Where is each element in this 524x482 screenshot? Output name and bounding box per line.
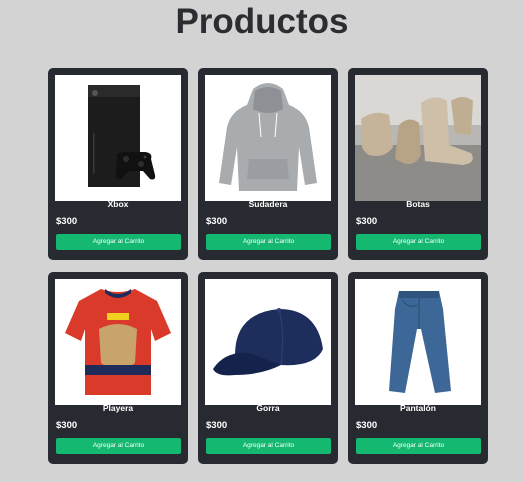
boots-image (355, 75, 481, 201)
product-price: $300 (206, 216, 228, 227)
add-to-cart-button[interactable]: Agregar al Carrito (56, 438, 181, 454)
jersey-image (55, 279, 181, 405)
product-price: $300 (356, 420, 378, 431)
product-name: Sudadera (248, 199, 288, 209)
product-name: Pantalón (400, 403, 436, 413)
product-grid: Xbox $300 Agregar al Carrito Sudadera $3… (48, 68, 490, 468)
product-price: $300 (356, 216, 378, 227)
add-to-cart-button[interactable]: Agregar al Carrito (206, 438, 331, 454)
product-name: Botas (406, 199, 430, 209)
product-card-pantalon: Pantalón $300 Agregar al Carrito (348, 272, 488, 464)
add-to-cart-button[interactable]: Agregar al Carrito (206, 234, 331, 250)
hoodie-image (205, 75, 331, 201)
product-name: Playera (102, 403, 134, 413)
product-name: Xbox (107, 199, 129, 209)
cap-image (205, 279, 331, 405)
jeans-image (355, 279, 481, 405)
product-card-playera: Playera $300 Agregar al Carrito (48, 272, 188, 464)
add-to-cart-button[interactable]: Agregar al Carrito (356, 438, 481, 454)
page-title: Productos (175, 2, 349, 41)
product-price: $300 (56, 420, 78, 431)
product-price: $300 (206, 420, 228, 431)
product-card-botas: Botas $300 Agregar al Carrito (348, 68, 488, 260)
product-card-xbox: Xbox $300 Agregar al Carrito (48, 68, 188, 260)
product-name: Gorra (256, 403, 280, 413)
product-price: $300 (56, 216, 78, 227)
add-to-cart-button[interactable]: Agregar al Carrito (356, 234, 481, 250)
product-card-gorra: Gorra $300 Agregar al Carrito (198, 272, 338, 464)
xbox-console-image (55, 75, 181, 201)
product-card-sudadera: Sudadera $300 Agregar al Carrito (198, 68, 338, 260)
add-to-cart-button[interactable]: Agregar al Carrito (56, 234, 181, 250)
